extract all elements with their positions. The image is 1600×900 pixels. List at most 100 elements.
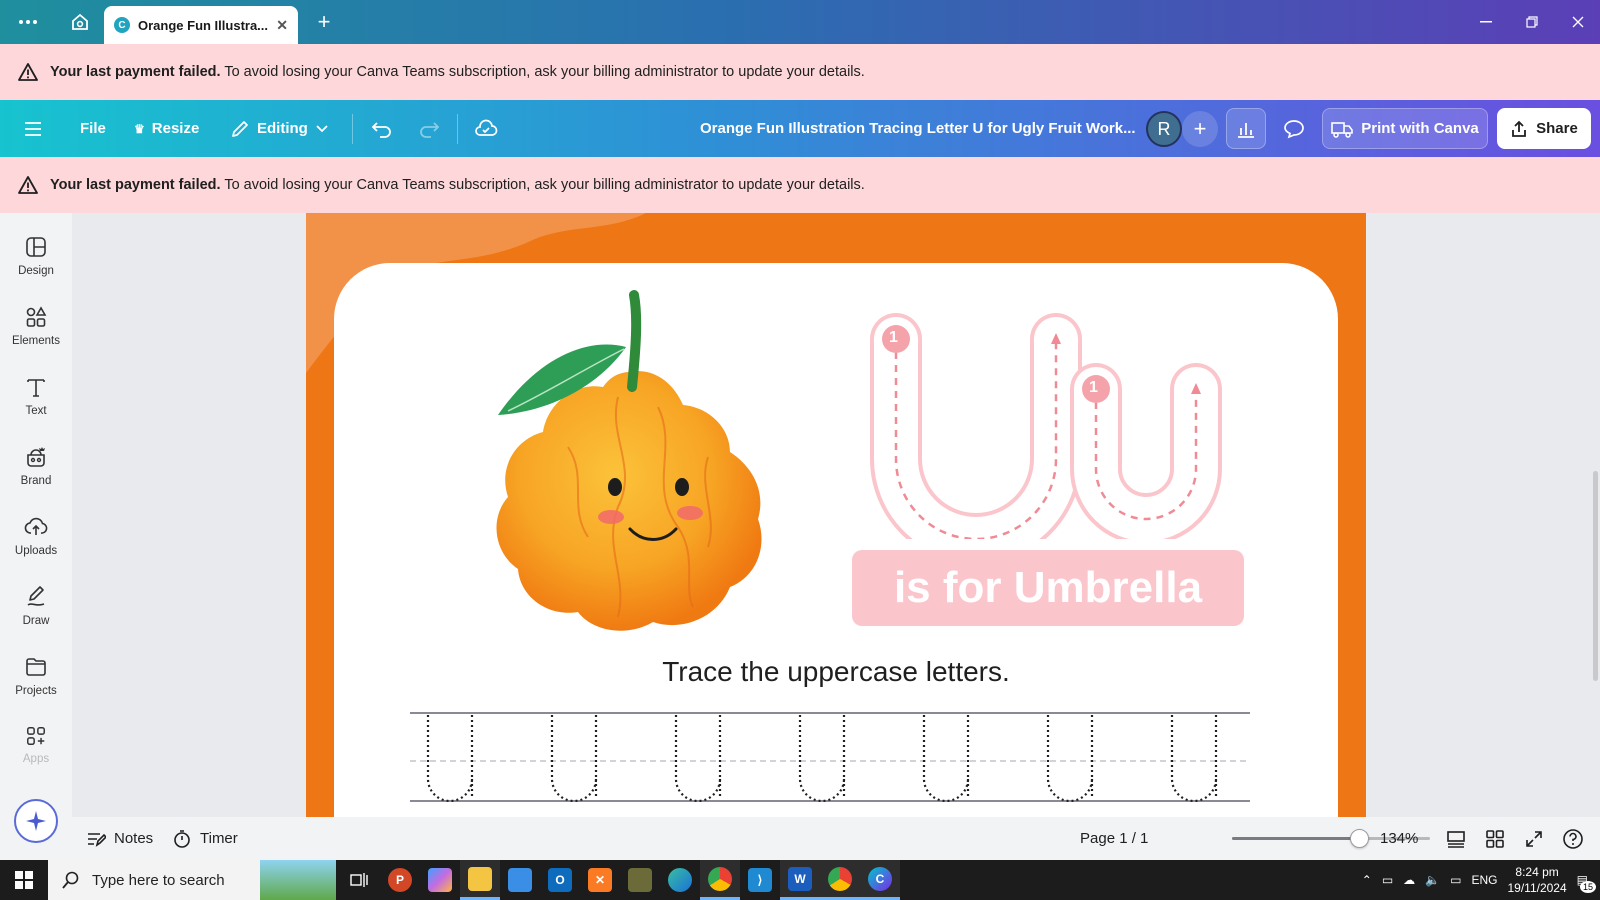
- system-clock[interactable]: 8:24 pm 19/11/2024: [1507, 864, 1566, 896]
- share-icon: [1512, 120, 1527, 137]
- help-button[interactable]: [1562, 817, 1584, 860]
- trace-instruction[interactable]: Trace the uppercase letters.: [306, 656, 1366, 688]
- game-app-icon[interactable]: [620, 860, 660, 900]
- sidebar-item-design[interactable]: Design: [0, 235, 72, 277]
- alert-message: Your last payment failed. To avoid losin…: [50, 177, 865, 193]
- share-button[interactable]: Share: [1497, 108, 1591, 149]
- umbrella-subtitle[interactable]: is for Umbrella: [852, 550, 1244, 626]
- taskbar-search-box[interactable]: Type here to search: [48, 860, 336, 900]
- file-label: File: [80, 120, 106, 137]
- active-browser-tab[interactable]: C Orange Fun Illustra... ✕: [104, 6, 298, 44]
- sidebar-item-text[interactable]: Text: [0, 375, 72, 417]
- trace-letter-u: [1170, 715, 1218, 803]
- zoom-slider-thumb[interactable]: [1349, 829, 1369, 848]
- chevron-down-icon: [316, 124, 328, 132]
- toolbar-divider: [352, 114, 353, 144]
- language-indicator[interactable]: ENG: [1471, 873, 1497, 887]
- chrome-profile-app-icon[interactable]: [820, 860, 860, 900]
- avatar[interactable]: R: [1146, 111, 1182, 147]
- page-view-button[interactable]: [1446, 817, 1466, 860]
- cloud-saved-icon: [475, 119, 498, 136]
- editing-mode-button[interactable]: Editing: [230, 100, 329, 157]
- comments-button[interactable]: [1274, 108, 1314, 149]
- stroke-number-uppercase: 1: [889, 329, 898, 346]
- ugly-fruit-illustration[interactable]: [468, 287, 788, 647]
- print-with-canva-button[interactable]: Print with Canva: [1322, 108, 1488, 149]
- print-label: Print with Canva: [1361, 120, 1479, 137]
- minimize-icon[interactable]: [1466, 0, 1506, 44]
- notes-button[interactable]: Notes: [86, 817, 153, 860]
- new-tab-icon[interactable]: +: [308, 0, 340, 44]
- start-button[interactable]: [0, 860, 48, 900]
- vscode-app-icon[interactable]: ⟩: [740, 860, 780, 900]
- apps-icon: [27, 727, 45, 745]
- timer-button[interactable]: Timer: [172, 817, 238, 860]
- vertical-scrollbar[interactable]: [1593, 471, 1598, 681]
- sidebar-item-uploads[interactable]: Uploads: [0, 515, 72, 557]
- home-icon[interactable]: [64, 0, 96, 44]
- outlook-app-icon[interactable]: O: [540, 860, 580, 900]
- notifications-icon[interactable]: ▤ 15: [1577, 873, 1596, 893]
- resize-button[interactable]: ♛ Resize: [134, 100, 199, 157]
- word-app-icon[interactable]: W: [780, 860, 820, 900]
- search-placeholder: Type here to search: [92, 871, 225, 889]
- task-view-icon[interactable]: [340, 860, 380, 900]
- worksheet-page[interactable]: 1 1 is for Umbrella Trace the uppercase …: [306, 213, 1366, 817]
- sidebar-item-label: Elements: [12, 335, 60, 347]
- notes-label: Notes: [114, 830, 154, 847]
- sidebar-item-apps[interactable]: Apps: [0, 725, 72, 765]
- payment-failed-banner: Your last payment failed. To avoid losin…: [0, 44, 1600, 100]
- editor-canvas[interactable]: 1 1 is for Umbrella Trace the uppercase …: [72, 213, 1600, 817]
- undo-button[interactable]: [371, 100, 393, 157]
- stroke-number-lowercase: 1: [1089, 379, 1098, 396]
- add-collaborator-button[interactable]: +: [1182, 111, 1218, 147]
- more-icon[interactable]: [12, 0, 44, 44]
- chevron-up-icon[interactable]: ⌃: [1362, 873, 1372, 887]
- grid-view-button[interactable]: [1485, 817, 1505, 860]
- notes-icon: [88, 832, 106, 847]
- xampp-app-icon[interactable]: ✕: [580, 860, 620, 900]
- insights-button[interactable]: [1226, 108, 1266, 149]
- close-window-icon[interactable]: [1558, 0, 1598, 44]
- alert-body-text: To avoid losing your Canva Teams subscri…: [220, 177, 865, 193]
- volume-icon[interactable]: 🔈: [1425, 873, 1440, 887]
- file-menu-button[interactable]: File: [80, 100, 106, 157]
- canva-app-icon[interactable]: C: [860, 860, 900, 900]
- menu-icon[interactable]: [24, 100, 48, 157]
- restore-icon[interactable]: [1512, 0, 1552, 44]
- sidebar-item-draw[interactable]: Draw: [0, 585, 72, 627]
- cloud-save-button[interactable]: [474, 100, 498, 157]
- zoom-level[interactable]: 134%: [1380, 817, 1418, 860]
- document-title[interactable]: Orange Fun Illustration Tracing Letter U…: [700, 100, 1136, 157]
- network-icon[interactable]: ▭: [1450, 873, 1461, 887]
- alert-message: Your last payment failed. To avoid losin…: [50, 64, 865, 80]
- projects-icon: [26, 658, 46, 676]
- page-indicator[interactable]: Page 1 / 1: [1080, 817, 1148, 860]
- store-app-icon[interactable]: [500, 860, 540, 900]
- fullscreen-button[interactable]: [1524, 817, 1544, 860]
- edge-app-icon[interactable]: [660, 860, 700, 900]
- ppt-app-icon[interactable]: P: [380, 860, 420, 900]
- file-explorer-icon[interactable]: [460, 860, 500, 900]
- editor-toolbar: File ♛ Resize Editing Orange Fun Illustr…: [0, 100, 1600, 157]
- chrome-app-icon[interactable]: [700, 860, 740, 900]
- clock-time: 8:24 pm: [1515, 865, 1559, 879]
- onedrive-icon[interactable]: ☁: [1403, 873, 1415, 887]
- trace-letter-u: [426, 715, 474, 803]
- close-tab-icon[interactable]: ✕: [276, 17, 288, 34]
- resize-label: Resize: [151, 120, 200, 137]
- system-tray: ⌃ ▭ ☁ 🔈 ▭ ENG 8:24 pm 19/11/2024 ▤ 15: [1362, 860, 1600, 900]
- redo-button[interactable]: [418, 100, 440, 157]
- magic-assistant-button[interactable]: [14, 799, 58, 843]
- copilot-app-icon[interactable]: [420, 860, 460, 900]
- sidebar-item-brand[interactable]: Brand: [0, 445, 72, 487]
- letter-u-tracing-graphic: [870, 313, 1222, 539]
- sidebar-item-label: Text: [25, 405, 47, 417]
- timer-icon: [174, 829, 190, 848]
- draw-icon: [27, 586, 45, 606]
- sidebar-item-elements[interactable]: Elements: [0, 305, 72, 347]
- sidebar-item-projects[interactable]: Projects: [0, 655, 72, 697]
- battery-icon[interactable]: ▭: [1382, 873, 1393, 887]
- payment-failed-banner-secondary: Your last payment failed. To avoid losin…: [0, 157, 1600, 213]
- canva-favicon-icon: C: [114, 17, 130, 33]
